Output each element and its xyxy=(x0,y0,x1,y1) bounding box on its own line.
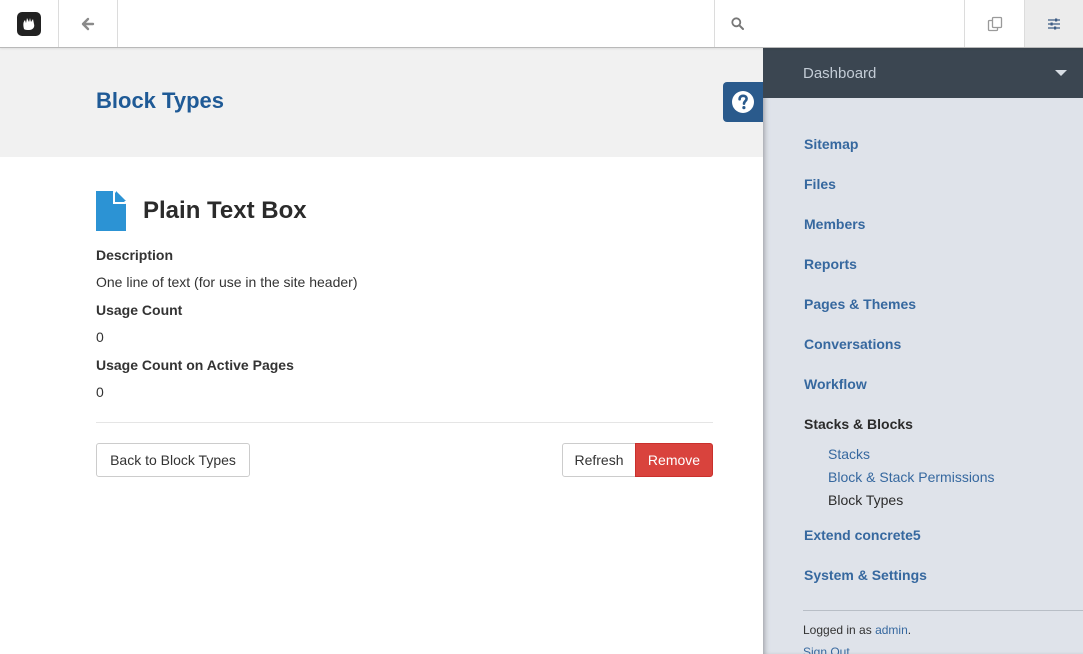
page-list-icon xyxy=(987,16,1002,31)
logged-in-text: Logged in as admin. xyxy=(803,623,912,637)
page-list-button[interactable] xyxy=(964,0,1024,47)
search-box[interactable] xyxy=(714,0,964,47)
panel-divider xyxy=(803,610,1083,611)
nav-item-pages-themes[interactable]: Pages & Themes xyxy=(804,296,916,312)
concrete5-logo-button[interactable] xyxy=(0,0,59,47)
remove-button[interactable]: Remove xyxy=(635,443,713,477)
nav-item-stacks-blocks[interactable]: Stacks & Blocks xyxy=(804,416,913,432)
page-header: Block Types xyxy=(0,48,763,157)
page-title: Block Types xyxy=(96,88,224,113)
nav-item-sitemap[interactable]: Sitemap xyxy=(804,136,858,152)
active-usage-count-value: 0 xyxy=(96,384,104,400)
back-button[interactable] xyxy=(59,0,118,47)
sign-out-link[interactable]: Sign Out xyxy=(803,645,850,654)
nav-item-members[interactable]: Members xyxy=(804,216,865,232)
back-arrow-icon xyxy=(81,17,95,30)
dashboard-panel: Dashboard Sitemap Files Members Reports … xyxy=(763,48,1083,654)
usage-count-label: Usage Count xyxy=(96,302,183,318)
concrete5-logo-icon xyxy=(17,11,41,36)
subnav-item-block-stack-permissions[interactable]: Block & Stack Permissions xyxy=(828,469,995,485)
main-content: Plain Text Box Description One line of t… xyxy=(0,157,763,654)
refresh-button[interactable]: Refresh xyxy=(562,443,636,477)
caret-down-icon xyxy=(1055,70,1067,76)
nav-item-system-settings[interactable]: System & Settings xyxy=(804,567,927,583)
dashboard-panel-header[interactable]: Dashboard xyxy=(763,48,1083,98)
nav-item-conversations[interactable]: Conversations xyxy=(804,336,901,352)
description-value: One line of text (for use in the site he… xyxy=(96,274,358,290)
dashboard-button[interactable] xyxy=(1024,0,1083,47)
block-heading: Plain Text Box xyxy=(96,191,307,231)
user-link[interactable]: admin xyxy=(875,623,908,637)
back-to-block-types-button[interactable]: Back to Block Types xyxy=(96,443,250,477)
dashboard-title: Dashboard xyxy=(803,64,877,82)
logged-in-prefix: Logged in as xyxy=(803,623,872,637)
nav-item-workflow[interactable]: Workflow xyxy=(804,376,867,392)
search-input[interactable] xyxy=(754,15,954,32)
dashboard-sliders-icon xyxy=(1048,18,1060,29)
block-type-name: Plain Text Box xyxy=(143,197,307,224)
subnav-item-block-types[interactable]: Block Types xyxy=(828,492,903,508)
description-label: Description xyxy=(96,247,174,263)
search-icon xyxy=(731,17,744,30)
nav-item-extend-concrete5[interactable]: Extend concrete5 xyxy=(804,527,921,543)
active-usage-count-label: Usage Count on Active Pages xyxy=(96,357,294,373)
divider xyxy=(96,422,713,423)
document-icon xyxy=(96,191,126,231)
nav-item-files[interactable]: Files xyxy=(804,176,836,192)
subnav-item-stacks[interactable]: Stacks xyxy=(828,446,870,462)
question-circle-icon xyxy=(732,91,754,113)
top-toolbar xyxy=(0,0,1083,48)
usage-count-value: 0 xyxy=(96,329,104,345)
nav-item-reports[interactable]: Reports xyxy=(804,256,857,272)
help-button[interactable] xyxy=(723,82,763,122)
